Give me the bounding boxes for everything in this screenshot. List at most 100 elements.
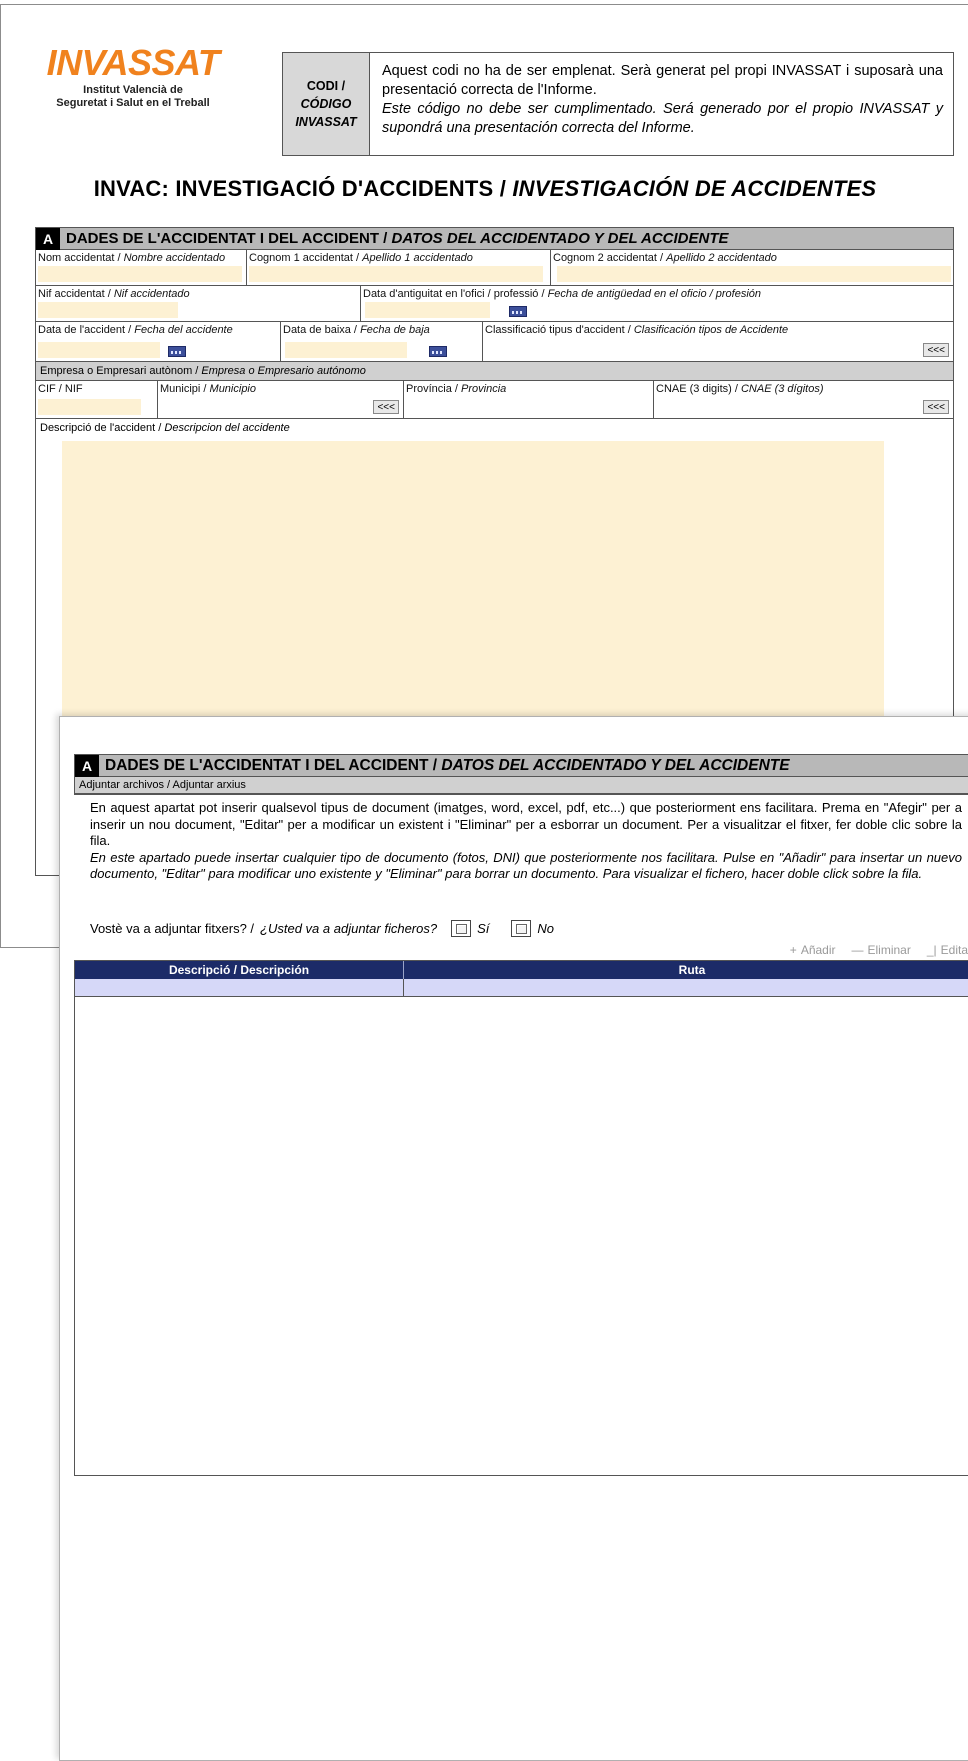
plus-icon: + [789,943,797,957]
label-nif-ca: Nif accidentat / [38,288,114,300]
label-cognom1-es: Apellido 1 accidentado [362,252,473,264]
label-si: Sí [477,921,490,936]
attach-question: Vostè va a adjuntar fitxers? / ¿Usted va… [90,920,554,937]
logo-wordmark: INVASSAT [46,42,220,83]
section-letter: A [36,227,60,250]
field-cnae: CNAE (3 digits) / CNAE (3 dígitos) <<< [654,381,953,418]
label-empresa-es: Empresa o Empresario autónomo [201,365,366,377]
label-cnae-es: CNAE (3 dígitos) [740,383,824,395]
label-data-baixa-es: Fecha de baja [360,324,430,336]
column-header-descripcio[interactable]: Descripció / Descripción [75,961,404,979]
grid-header: Descripció / Descripción Ruta [75,961,968,979]
section-title-ca: DADES DE L'ACCIDENTAT I DEL ACCIDENT / [66,230,392,247]
question-es: ¿Usted va a adjuntar ficheros? [260,921,438,936]
label-data-accident-ca: Data de l'accident / [38,324,135,336]
label-antiguitat-es: Fecha de antigüedad en el oficio / profe… [547,288,762,300]
cell-ruta[interactable] [404,979,968,996]
input-nom[interactable] [38,266,242,282]
row-empresa: CIF / NIF Municipi / Municipio <<< Proví… [36,381,953,419]
edit-icon: _| [926,943,937,957]
municipi-lookup-button[interactable]: <<< [373,400,399,414]
section-a-header: A DADES DE L'ACCIDENTAT I DEL ACCIDENT /… [36,227,953,250]
input-antiguitat[interactable] [365,302,490,318]
edit-label: Editar [940,943,968,957]
input-cif[interactable] [38,399,141,415]
label-no: No [537,921,555,936]
column-header-ruta[interactable]: Ruta [404,961,968,979]
field-cognom1: Cognom 1 accidentat / Apellido 1 acciden… [247,250,551,285]
edit-button[interactable]: _| Editar [927,943,968,957]
add-button[interactable]: + Añadir [790,943,836,957]
cell-descripcio[interactable] [75,979,404,996]
checkbox-si[interactable] [451,920,472,937]
label-descripcio-es: Descripcion del accidente [164,422,290,434]
code-label-es: CÓDIGO [300,97,352,111]
empresa-subheader: Empresa o Empresari autònom / Empresa o … [36,362,953,381]
label-antiguitat-ca: Data d'antiguitat en l'ofici / professió… [363,288,548,300]
section-title-es: DATOS DEL ACCIDENTADO Y DEL ACCIDENTE [391,230,729,247]
input-data-accident[interactable] [38,342,160,358]
attach-subheader: Adjuntar archivos / Adjuntar arxius [75,777,968,794]
field-nif: Nif accidentat / Nif accidentado [36,286,361,321]
instructions-es: En este apartado puede insertar cualquie… [90,849,962,882]
label-cognom2-es: Apellido 2 accidentado [666,252,777,264]
label-nom-ca: Nom accidentat / [38,252,124,264]
label-classificacio-es: Clasificación tipos de Accidente [633,324,789,336]
field-antiguitat: Data d'antiguitat en l'ofici / professió… [361,286,953,321]
cnae-lookup-button[interactable]: <<< [923,400,949,414]
table-row[interactable] [75,979,968,997]
attachments-grid: Descripció / Descripción Ruta [74,960,968,1476]
field-classificacio: Classificació tipus d'accident / Clasifi… [483,322,953,361]
field-cif: CIF / NIF [36,381,158,418]
row-names: Nom accidentat / Nombre accidentado Cogn… [36,250,953,286]
input-data-baixa[interactable] [285,342,407,358]
field-data-baixa: Data de baixa / Fecha de baja [281,322,483,361]
invassat-logo: INVASSAT Institut Valencià de Seguretat … [28,45,238,110]
row-dates: Data de l'accident / Fecha del accidente… [36,322,953,362]
label-municipi-ca: Municipi / [160,383,210,395]
label-nif-es: Nif accidentado [113,288,190,300]
attachments-toolbar: + Añadir — Eliminar _| Editar [790,943,968,957]
checkbox-no[interactable] [511,920,532,937]
section-b-title-ca: DADES DE L'ACCIDENTAT I DEL ACCIDENT / [105,756,442,774]
delete-button[interactable]: — Eliminar [852,943,911,957]
code-notice: Aquest codi no ha de ser emplenat. Serà … [370,53,953,155]
label-municipi-es: Municipio [209,383,256,395]
code-notice-es: Este código no debe ser cumplimentado. S… [382,101,943,136]
calendar-icon[interactable] [429,346,447,357]
field-data-accident: Data de l'accident / Fecha del accidente [36,322,281,361]
input-cognom1[interactable] [249,266,543,282]
input-nif[interactable] [38,302,178,318]
label-cif: CIF / NIF [38,383,83,395]
row-nif: Nif accidentat / Nif accidentado Data d'… [36,286,953,322]
code-label-ca: CODI / [306,79,346,93]
input-cognom2[interactable] [557,266,951,282]
section-a-attachments: A DADES DE L'ACCIDENTAT I DEL ACCIDENT /… [74,754,968,795]
calendar-icon[interactable] [168,346,186,357]
question-ca: Vostè va a adjuntar fitxers? / [90,921,255,936]
attachments-instructions: En aquest apartat pot inserir qualsevol … [90,800,962,883]
code-label: CODI / CÓDIGO INVASSAT [283,53,370,155]
code-label-org: INVASSAT [295,115,357,129]
label-provincia-ca: Província / [406,383,462,395]
label-cognom1-ca: Cognom 1 accidentat / [249,252,363,264]
form-page-front: A DADES DE L'ACCIDENTAT I DEL ACCIDENT /… [59,716,968,1761]
label-nom-es: Nombre accidentado [123,252,226,264]
logo-subtitle-2: Seguretat i Salut en el Treball [56,97,210,109]
label-empresa-ca: Empresa o Empresari autònom / [40,365,202,377]
page-title: INVAC: INVESTIGACIÓ D'ACCIDENTS / INVEST… [1,176,968,202]
section-title: DADES DE L'ACCIDENTAT I DEL ACCIDENT / D… [60,230,729,247]
logo-subtitle-1: Institut Valencià de [83,84,183,96]
minus-icon: — [851,943,864,957]
label-data-baixa-ca: Data de baixa / [283,324,361,336]
delete-label: Eliminar [867,943,911,957]
calendar-icon[interactable] [509,306,527,317]
code-notice-ca: Aquest codi no ha de ser emplenat. Serà … [382,63,943,98]
label-data-accident-es: Fecha del accidente [134,324,233,336]
invassat-code-box: CODI / CÓDIGO INVASSAT Aquest codi no ha… [282,52,954,156]
field-provincia: Província / Provincia [404,381,654,418]
field-municipi: Municipi / Municipio <<< [158,381,404,418]
classificacio-lookup-button[interactable]: <<< [923,343,949,357]
page-title-ca: INVAC: INVESTIGACIÓ D'ACCIDENTS / [93,176,513,201]
label-classificacio-ca: Classificació tipus d'accident / [485,324,634,336]
